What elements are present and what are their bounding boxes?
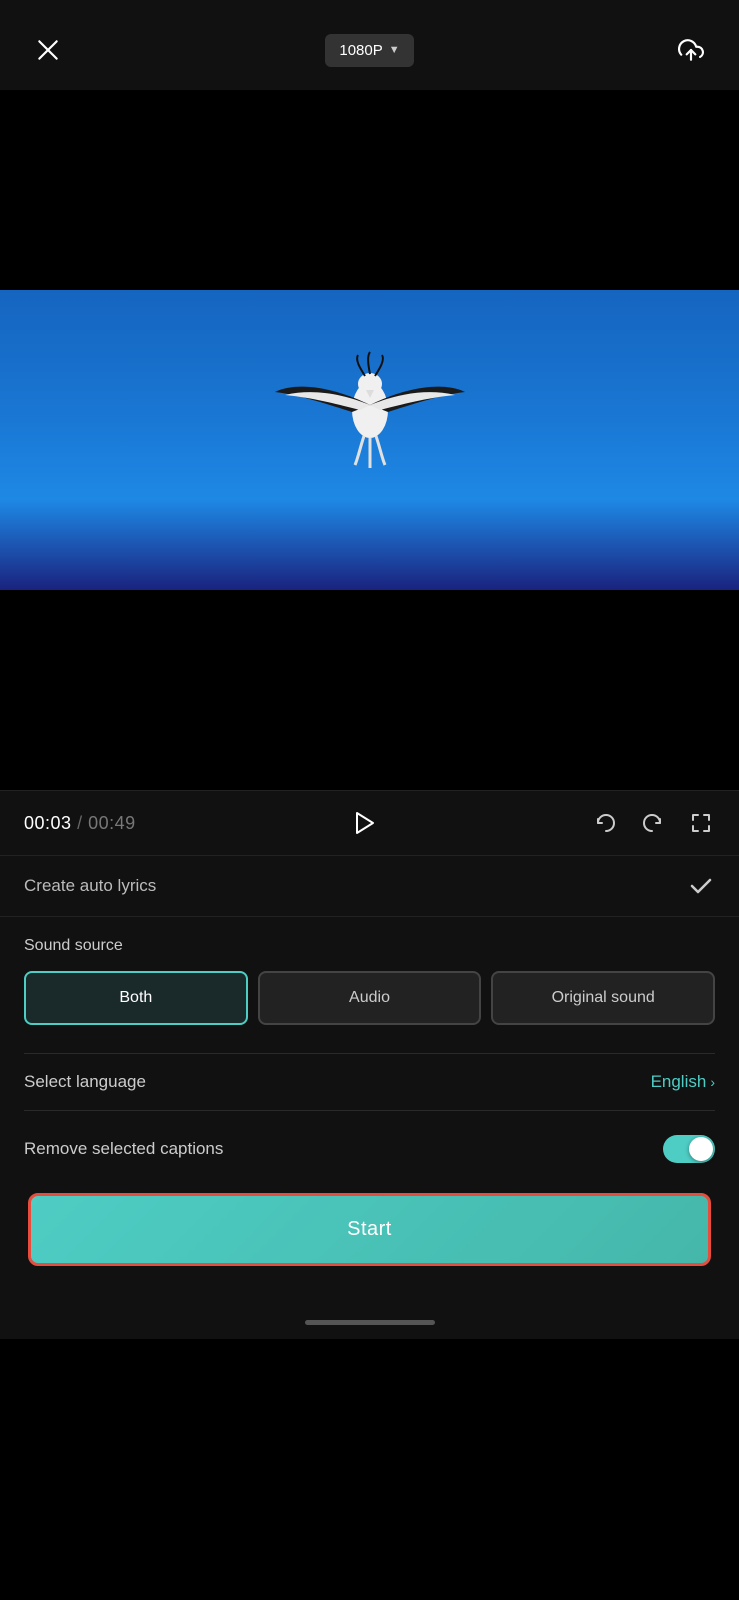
redo-button[interactable] xyxy=(639,809,667,837)
home-indicator xyxy=(0,1306,739,1339)
video-preview xyxy=(0,290,739,590)
select-language-row[interactable]: Select language English › xyxy=(24,1053,715,1111)
resolution-label: 1080P xyxy=(339,42,382,59)
close-button[interactable] xyxy=(28,30,68,70)
home-bar xyxy=(305,1320,435,1325)
settings-panel: Sound source Both Audio Original sound S… xyxy=(0,916,739,1306)
source-button-audio[interactable]: Audio xyxy=(258,971,482,1025)
undo-button[interactable] xyxy=(591,809,619,837)
resolution-button[interactable]: 1080P ▼ xyxy=(325,34,413,67)
source-button-original[interactable]: Original sound xyxy=(491,971,715,1025)
playback-controls: 00:03 / 00:49 xyxy=(0,790,739,855)
check-button[interactable] xyxy=(687,872,715,900)
sound-source-label: Sound source xyxy=(24,937,715,955)
language-chevron: › xyxy=(710,1074,715,1090)
source-button-both[interactable]: Both xyxy=(24,971,248,1025)
black-area-top xyxy=(0,90,739,290)
sound-source-row: Both Audio Original sound xyxy=(24,971,715,1025)
start-button[interactable]: Start xyxy=(28,1193,711,1266)
current-time: 00:03 xyxy=(24,813,72,833)
language-text: English xyxy=(651,1072,707,1092)
upload-button[interactable] xyxy=(671,30,711,70)
language-value[interactable]: English › xyxy=(651,1072,715,1092)
remove-captions-row: Remove selected captions xyxy=(24,1135,715,1163)
remove-captions-label: Remove selected captions xyxy=(24,1139,223,1159)
toggle-thumb xyxy=(689,1137,713,1161)
remove-captions-toggle[interactable] xyxy=(663,1135,715,1163)
resolution-arrow: ▼ xyxy=(389,44,400,56)
bird-image xyxy=(270,340,470,505)
time-separator: / xyxy=(77,813,88,833)
start-button-wrapper: Start xyxy=(24,1193,715,1286)
black-area-bottom xyxy=(0,590,739,790)
language-label: Select language xyxy=(24,1072,146,1092)
auto-lyrics-label: Create auto lyrics xyxy=(24,876,156,896)
fullscreen-button[interactable] xyxy=(687,809,715,837)
auto-lyrics-bar: Create auto lyrics xyxy=(0,855,739,916)
control-icons xyxy=(591,809,715,837)
total-time: 00:49 xyxy=(88,813,136,833)
play-button[interactable] xyxy=(345,805,381,841)
time-display: 00:03 / 00:49 xyxy=(24,813,136,834)
top-bar: 1080P ▼ xyxy=(0,0,739,90)
